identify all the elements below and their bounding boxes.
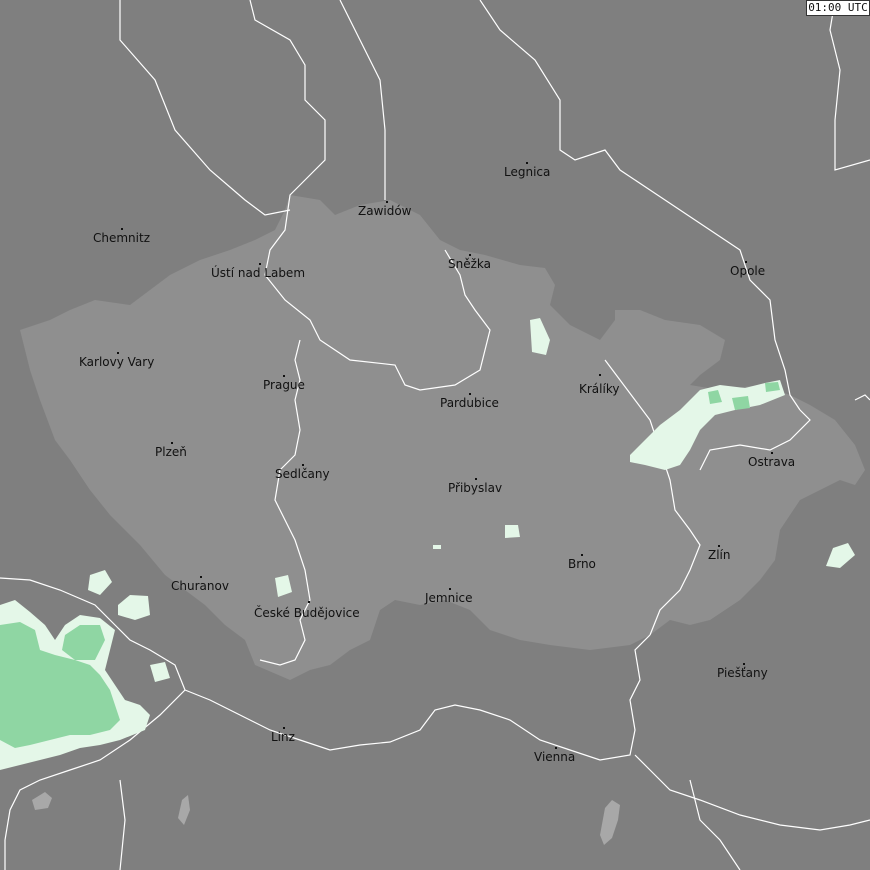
city-label-zawidow: Zawidów [358,204,412,218]
city-label-zlin: Zlín [708,548,731,562]
city-label-opole: Opole [730,264,766,278]
city-dot-prague [283,375,285,377]
city-label-pribyslav: Přibyslav [448,481,503,495]
city-dot-snezka [469,254,471,256]
city-dot-pribyslav [475,478,477,480]
time-badge: 01:00 UTC [806,0,870,16]
city-label-jemnice: Jemnice [425,591,473,605]
city-dot-kraliky [599,374,601,376]
city-dot-piestany [743,663,745,665]
lake-small [178,795,190,825]
radar-map[interactable]: Legnica Zawidów Chemnitz Ústí nad Labem … [0,0,870,870]
city-label-pardubice: Pardubice [440,396,499,410]
city-label-sedlcany: Sedlčany [275,467,330,481]
city-dot-karlovy-vary [117,352,119,354]
city-dot-brno [581,554,583,556]
city-label-piestany: Piešťany [717,666,768,680]
city-dot-pardubice [469,393,471,395]
city-label-kraliky: Králíky [579,382,620,396]
city-dot-plzen [171,442,173,444]
city-dot-usti [259,263,261,265]
lake-chiemsee-area [32,792,52,810]
city-label-brno: Brno [568,557,596,571]
city-label-churanov: Churanov [171,579,229,593]
city-dot-sedlcany [302,464,304,466]
city-label-snezka: Sněžka [448,257,491,271]
city-dot-vienna [555,747,557,749]
city-label-vienna: Vienna [534,750,576,764]
city-dot-ostrava [771,452,773,454]
city-dot-chemnitz [121,228,123,230]
city-dot-churanov [200,576,202,578]
city-dot-zlin [718,545,720,547]
city-dot-zawidow [386,201,388,203]
city-label-karlovy-vary: Karlovy Vary [79,355,155,369]
city-label-linz: Linz [271,730,295,744]
city-label-usti: Ústí nad Labem [211,266,306,280]
city-label-legnica: Legnica [504,165,551,179]
city-dot-legnica [526,162,528,164]
city-label-plzen: Plzeň [155,445,187,459]
city-label-chemnitz: Chemnitz [93,231,150,245]
city-label-prague: Prague [263,378,305,392]
map-canvas [0,0,870,870]
city-label-ceske-budejovice: České Budějovice [254,606,360,620]
lake-neusiedl [600,800,620,845]
city-dot-jemnice [449,588,451,590]
city-dot-opole [745,261,747,263]
city-label-ostrava: Ostrava [748,455,796,469]
city-dot-linz [283,727,285,729]
city-dot-ceske-budejovice [308,601,310,603]
